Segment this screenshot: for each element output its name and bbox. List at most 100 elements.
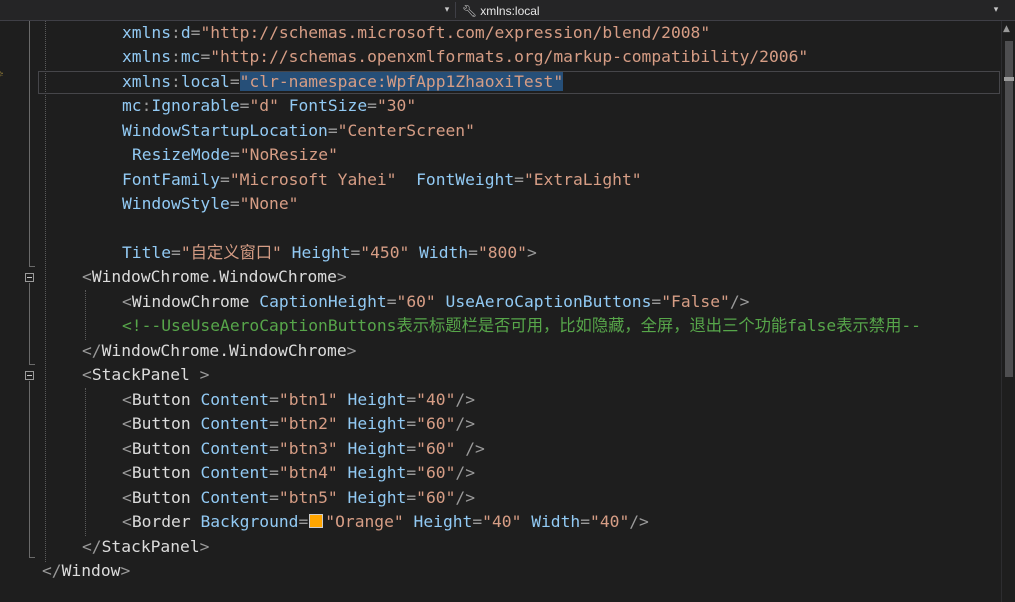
chevron-down-icon[interactable]: ▾ (990, 3, 1002, 17)
punct: /> (629, 512, 649, 531)
attr-name: FontFamily (122, 170, 221, 189)
punct: = (239, 96, 250, 115)
code-line-7[interactable]: FontFamily="Microsoft Yahei" FontWeight=… (122, 168, 642, 192)
attr-name: Content (200, 463, 270, 482)
attr-name: Title (122, 243, 172, 262)
code-line-13[interactable]: <!--UseUseAeroCaptionButtons表示标题栏是否可用，比如… (122, 314, 1001, 338)
attr-name: Height (347, 463, 407, 482)
attr-value: "30" (376, 96, 417, 115)
code-line-19[interactable]: <Button Content="btn4" Height="60"/> (122, 461, 475, 485)
punct: </ (42, 561, 62, 580)
attr-name: Width (419, 243, 469, 262)
code-line-1[interactable]: xmlns:d="http://schemas.microsoft.com/ex… (122, 21, 710, 45)
tag-name: Window (61, 561, 121, 580)
code-line-5[interactable]: WindowStartupLocation="CenterScreen" (122, 119, 475, 143)
collapse-icon[interactable] (25, 273, 34, 282)
punct: > (346, 341, 357, 360)
attr-value: "btn5" (278, 488, 338, 507)
lightbulb-icon[interactable]: 💡︎ (0, 70, 6, 84)
attr-name: Content (200, 414, 270, 433)
code-line-20[interactable]: <Button Content="btn5" Height="60"/> (122, 486, 475, 510)
punct: = (229, 72, 240, 91)
attr-value: "60" (416, 488, 456, 507)
punct: = (171, 243, 181, 262)
code-line-16[interactable]: <Button Content="btn1" Height="40"/> (122, 388, 475, 412)
tag-name: Button (131, 463, 191, 482)
code-line-4[interactable]: mc:Ignorable="d" FontSize="30" (122, 94, 416, 118)
attr-name: FontWeight (416, 170, 515, 189)
code-line-3[interactable]: xmlns:local="clr-namespace:WpfApp1Zhaoxi… (122, 70, 564, 94)
punct: = (220, 170, 230, 189)
punct: = (229, 194, 240, 213)
attr-value: "btn1" (278, 390, 338, 409)
punct: = (327, 121, 338, 140)
tag-name: WindowChrome.WindowChrome (101, 341, 347, 360)
tag-name: Button (131, 439, 191, 458)
vertical-scrollbar[interactable]: ▲ (1001, 21, 1015, 602)
collapse-icon[interactable] (25, 371, 34, 380)
attr-name: Height (347, 488, 407, 507)
attr-name: Height (347, 390, 407, 409)
indent-guide (85, 388, 86, 536)
wrench-icon: 🔧︎ (462, 3, 478, 18)
attr-value: "60" (416, 414, 456, 433)
punct: < (122, 463, 132, 482)
punct: < (122, 414, 132, 433)
tag-name: Button (131, 488, 191, 507)
selected-attr-value: "clr-namespace:WpfApp1ZhaoxiTest" (239, 72, 564, 91)
code-line-6[interactable]: ResizeMode="NoResize" (132, 143, 338, 167)
punct: /> (455, 414, 475, 433)
attr-name: Height (347, 439, 407, 458)
code-line-11[interactable]: <WindowChrome.WindowChrome> (82, 265, 347, 289)
fold-guide-line (29, 283, 30, 365)
code-line-12[interactable]: <WindowChrome CaptionHeight="60" UseAero… (122, 290, 749, 314)
attr-value: "800" (477, 243, 527, 262)
punct: > (189, 365, 210, 384)
attr-value: "False" (661, 292, 730, 311)
punct: = (200, 47, 211, 66)
attr-value: "Microsoft Yahei" (229, 170, 397, 189)
tag-name: Border (131, 512, 191, 531)
scroll-up-icon[interactable]: ▲ (1003, 24, 1010, 34)
attr-value: "60" (416, 463, 456, 482)
attr-name: WindowStartupLocation (122, 121, 328, 140)
punct: < (122, 488, 132, 507)
navbar-divider (455, 2, 456, 18)
code-line-2[interactable]: xmlns:mc="http://schemas.openxmlformats.… (122, 45, 808, 69)
punct: > (336, 267, 347, 286)
punct: /> (455, 390, 475, 409)
fold-guide-line (29, 21, 30, 266)
code-line-8[interactable]: WindowStyle="None" (122, 192, 298, 216)
attr-name: Width (531, 512, 581, 531)
punct: < (122, 292, 132, 311)
attr-value: "自定义窗口" (180, 243, 282, 262)
code-line-14[interactable]: </WindowChrome.WindowChrome> (82, 339, 356, 363)
punct: : (171, 72, 181, 91)
member-dropdown[interactable]: 🔧︎ xmlns:local (462, 2, 540, 19)
code-line-10[interactable]: Title="自定义窗口" Height="450" Width="800"> (122, 241, 537, 265)
chevron-down-icon[interactable]: ▾ (441, 3, 453, 17)
attr-name: mc (122, 96, 142, 115)
scrollbar-thumb[interactable] (1005, 41, 1013, 377)
punct: /> (455, 488, 475, 507)
attr-value: "60" (396, 292, 436, 311)
attr-value: "NoResize" (239, 145, 338, 164)
attr-name: WindowStyle (122, 194, 230, 213)
code-line-17[interactable]: <Button Content="btn2" Height="60"/> (122, 412, 475, 436)
attr-value: "btn2" (278, 414, 338, 433)
code-line-22[interactable]: </StackPanel> (82, 535, 209, 559)
punct: /> (455, 439, 485, 458)
code-line-18[interactable]: <Button Content="btn3" Height="60" /> (122, 437, 485, 461)
color-swatch[interactable] (309, 514, 324, 528)
attr-value: "Orange" (325, 512, 404, 531)
attr-name: Height (347, 414, 407, 433)
punct: < (122, 439, 132, 458)
code-line-23[interactable]: </Window> (42, 559, 130, 583)
code-line-15[interactable]: <StackPanel > (82, 363, 209, 387)
punct: = (230, 145, 240, 164)
code-line-21[interactable]: <Border Background= "Orange" Height="40" … (122, 510, 649, 534)
attr-name: CaptionHeight (259, 292, 387, 311)
punct: : (171, 47, 181, 66)
punct: < (82, 267, 92, 286)
punct: /> (729, 292, 750, 311)
